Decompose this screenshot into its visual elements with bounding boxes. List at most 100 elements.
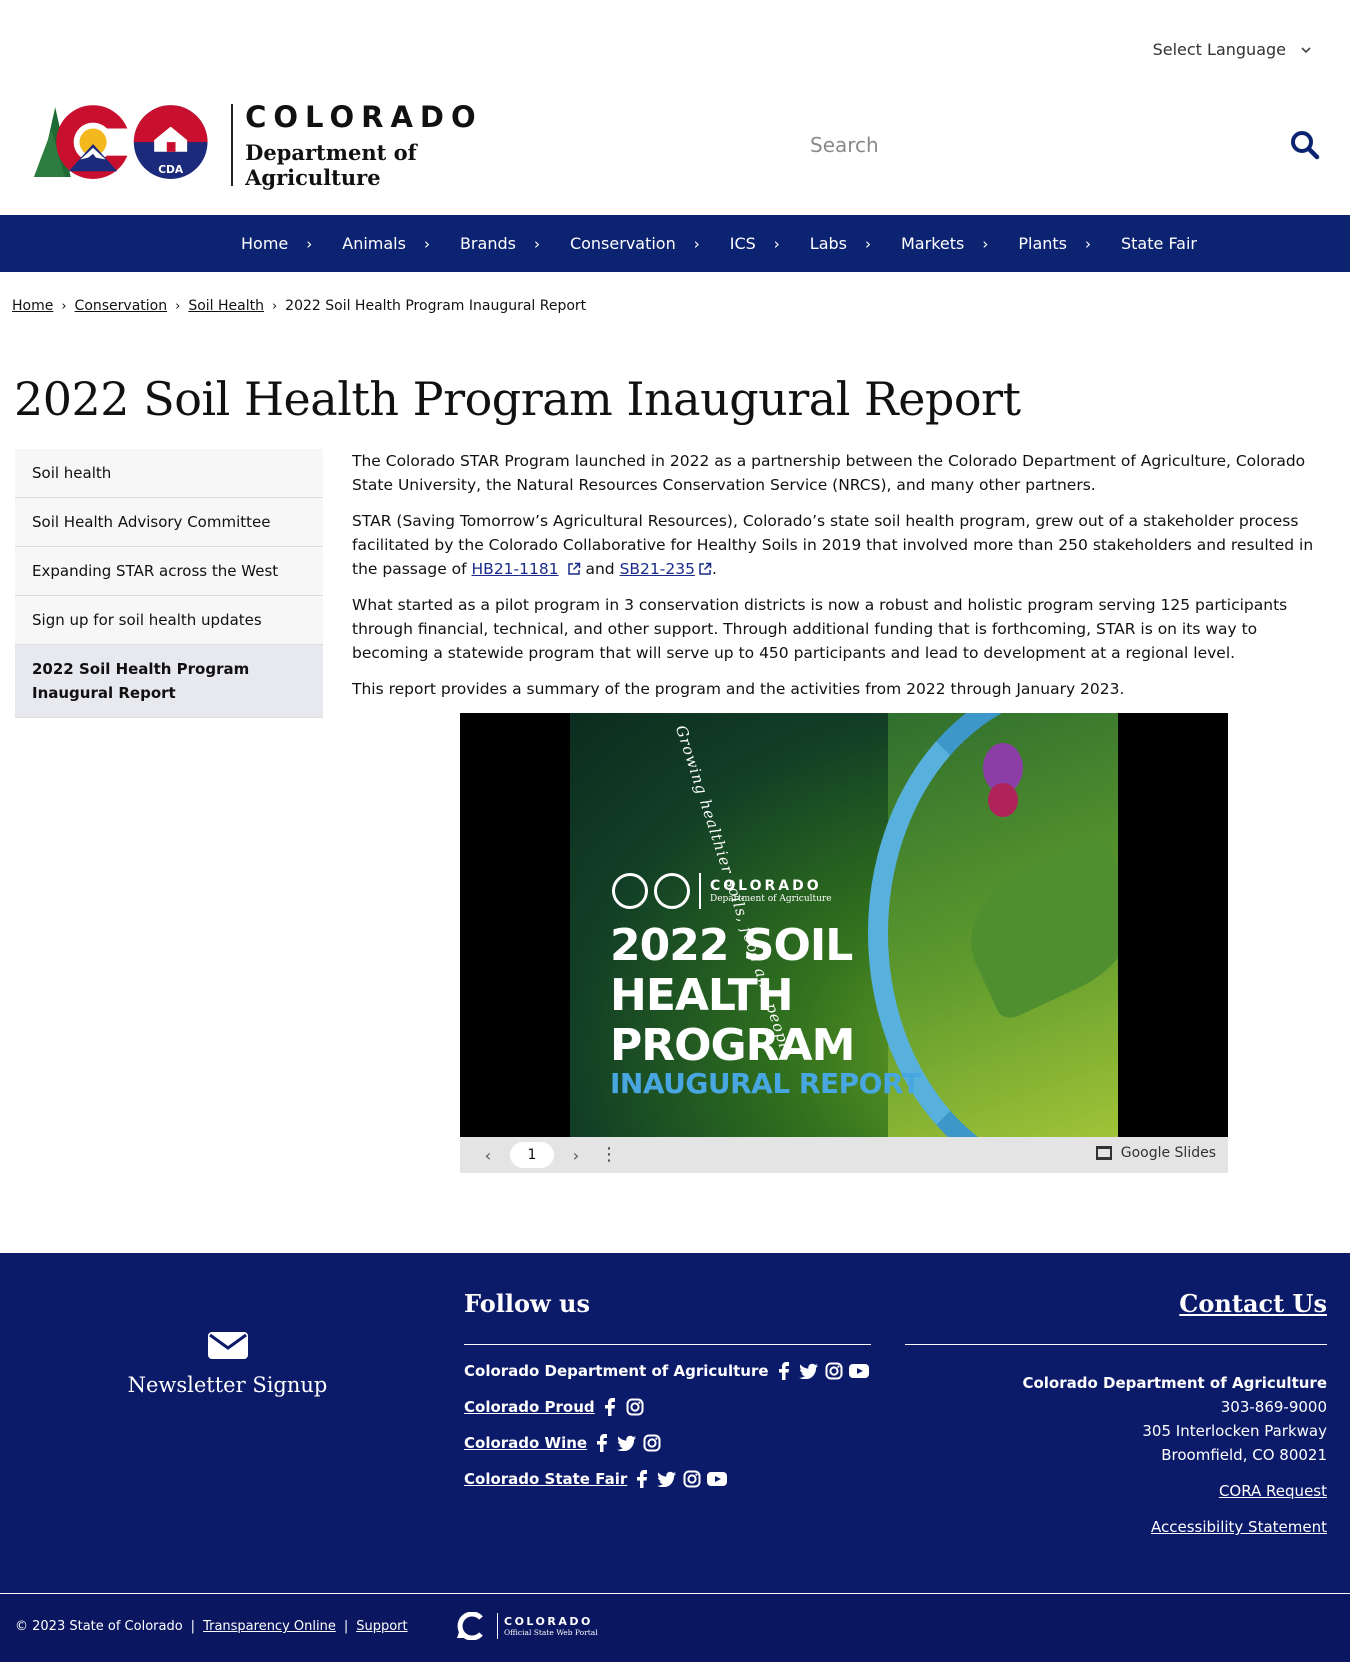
chevron-down-icon [1301,46,1311,53]
breadcrumb-link-conservation[interactable]: Conservation [75,298,168,314]
follow-us-section: Follow us Colorado Department of Agricul… [464,1289,871,1489]
sidebar-item-sign-up[interactable]: Sign up for soil health updates [15,596,323,645]
instagram-icon[interactable] [682,1469,702,1489]
social-row-colorado-state-fair: Colorado State Fair [464,1468,871,1489]
logo-circle-icon [612,873,648,909]
facebook-icon[interactable] [774,1361,794,1381]
chevron-right-icon: › [693,234,700,253]
google-slides-link[interactable]: Google Slides [1095,1145,1216,1161]
breadcrumb-separator: › [61,298,67,314]
twitter-icon[interactable] [798,1361,819,1381]
sidebar-item-inaugural-report[interactable]: 2022 Soil Health Program Inaugural Repor… [15,645,323,718]
youtube-icon[interactable] [707,1469,728,1489]
chevron-right-icon: › [533,234,540,253]
nav-item-brands[interactable]: Brands › [460,234,540,253]
contact-us-link[interactable]: Contact Us [905,1289,1327,1318]
main-content: The Colorado STAR Program launched in 20… [352,449,1332,713]
chevron-right-icon: › [423,234,430,253]
facebook-icon[interactable] [600,1397,620,1417]
chevron-right-icon: › [982,234,989,253]
social-row-cda: Colorado Department of Agriculture [464,1360,871,1381]
sb21-235-link[interactable]: SB21-235 [620,560,695,578]
contact-org-name: Colorado Department of Agriculture [1022,1374,1327,1392]
colorado-c-logo-icon: CDA [33,105,208,179]
slide-page-number[interactable]: 1 [510,1142,554,1168]
site-header: CDA COLORADO Department of Agriculture [30,100,1320,190]
separator: | [343,1619,349,1634]
state-portal-logo[interactable]: COLORADO Official State Web Portal [455,1612,598,1640]
period-text: . [711,560,717,578]
search-input[interactable] [810,133,1250,157]
contact-phone: 303-869-9000 [1220,1398,1327,1416]
search-box [810,120,1320,170]
social-org-link[interactable]: Colorado Wine [464,1434,587,1452]
search-icon[interactable] [1290,130,1320,160]
pilot-paragraph: What started as a pilot program in 3 con… [352,596,1288,662]
transparency-online-link[interactable]: Transparency Online [203,1619,336,1634]
accessibility-statement-link[interactable]: Accessibility Statement [905,1515,1327,1539]
breadcrumb-separator: › [271,298,278,314]
slide-headline-line: HEALTH [610,970,794,1021]
logo-circle-icon [654,873,690,909]
nav-item-markets[interactable]: Markets › [901,234,988,253]
nav-item-conservation[interactable]: Conservation › [570,234,700,253]
previous-slide-icon[interactable]: ‹ [478,1145,498,1165]
sidebar-menu: Soil health Soil Health Advisory Committ… [15,449,323,718]
slide-headline-line: 2022 SOIL [610,920,853,971]
hb21-1181-link[interactable]: HB21-1181 [472,560,559,578]
site-footer: Newsletter Signup Follow us Colorado Dep… [0,1253,1350,1593]
breadcrumb-current: 2022 Soil Health Program Inaugural Repor… [285,298,587,314]
facebook-icon[interactable] [592,1433,612,1453]
external-link-icon [567,562,580,575]
twitter-icon[interactable] [657,1469,677,1489]
nav-label: Animals [342,234,406,253]
chevron-right-icon: › [773,234,780,253]
next-slide-icon[interactable]: › [566,1145,586,1165]
chevron-right-icon: › [1085,234,1091,253]
sidebar-item-soil-health[interactable]: Soil health [15,449,323,498]
slide-image: Growing healthier soils, food and people… [570,713,1118,1137]
social-row-colorado-proud: Colorado Proud [464,1396,871,1417]
more-options-icon[interactable]: ⋮ [600,1146,618,1164]
language-selector[interactable]: Select Language [1153,40,1312,59]
copyright-row: © 2023 State of Colorado | Transparency … [15,1619,408,1634]
youtube-icon[interactable] [848,1361,869,1381]
cora-request-link[interactable]: CORA Request [905,1479,1327,1503]
nav-item-labs[interactable]: Labs › [810,234,871,253]
instagram-icon[interactable] [625,1397,645,1417]
summary-paragraph: This report provides a summary of the pr… [352,680,1125,698]
contact-address-line2: Broomfield, CO 80021 [1161,1446,1327,1464]
contact-address-line1: 305 Interlocken Parkway [1142,1422,1327,1440]
nav-item-plants[interactable]: Plants › [1018,234,1091,253]
nav-item-state-fair[interactable]: State Fair [1121,234,1197,253]
facebook-icon[interactable] [632,1469,652,1489]
copyright-text: © 2023 State of Colorado [15,1619,183,1634]
brand-name: COLORADO [245,100,483,134]
social-org-link[interactable]: Colorado State Fair [464,1470,627,1488]
sidebar-item-advisory-committee[interactable]: Soil Health Advisory Committee [15,498,323,547]
support-link[interactable]: Support [356,1619,407,1634]
newsletter-label: Newsletter Signup [127,1373,328,1397]
sidebar-item-expanding-star[interactable]: Expanding STAR across the West [15,547,323,596]
breadcrumb-link-soil-health[interactable]: Soil Health [188,298,264,314]
breadcrumb-separator: › [175,298,181,314]
social-org-link[interactable]: Colorado Proud [464,1398,595,1416]
slides-embed[interactable]: Growing healthier soils, food and people… [460,713,1228,1173]
newsletter-signup[interactable]: Newsletter Signup [125,1329,330,1397]
slide-brand-name: COLORADO [710,878,822,894]
social-row-colorado-wine: Colorado Wine [464,1432,871,1453]
nav-item-ics[interactable]: ICS › [730,234,780,253]
instagram-icon[interactable] [824,1361,844,1381]
slide-brand-department: Department of Agriculture [710,894,832,904]
cda-logo[interactable]: CDA COLORADO Department of Agriculture [30,100,550,190]
twitter-icon[interactable] [617,1433,637,1453]
nav-item-animals[interactable]: Animals › [342,234,430,253]
breadcrumb-link-home[interactable]: Home [12,298,53,314]
instagram-icon[interactable] [642,1433,662,1453]
portal-brand: COLORADO [504,1615,593,1628]
external-link-icon [699,562,712,575]
star-paragraph: STAR (Saving Tomorrow’s Agricultural Res… [352,509,1332,581]
slide-viewport[interactable]: Growing healthier soils, food and people… [460,713,1228,1137]
nav-item-home[interactable]: Home › [241,234,312,253]
logo-divider [231,104,234,186]
